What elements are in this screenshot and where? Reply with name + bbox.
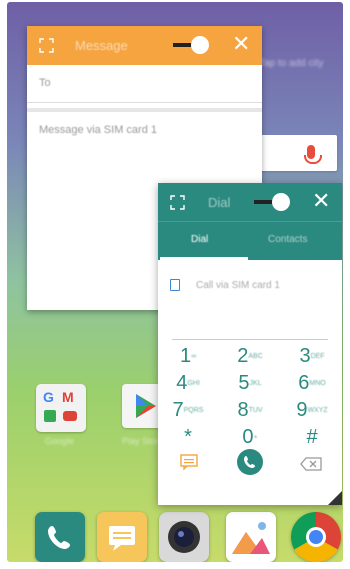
dial-popup-window[interactable]: Dial ✕ Dial Contacts Call via SIM card 1…	[158, 183, 342, 505]
key-digit: 0	[242, 426, 254, 448]
key-letters: TUV	[248, 406, 263, 414]
chrome-app-icon[interactable]	[291, 512, 341, 562]
key-letters: DEF	[310, 352, 325, 360]
key-letters: ∞	[191, 352, 197, 360]
keypad-key[interactable]: 3DEF	[292, 343, 332, 369]
dial-window-title: Dial	[208, 195, 231, 210]
dial-window-header[interactable]: Dial ✕	[158, 183, 342, 221]
home-screen: Tap to add city G M Google Play Store Me…	[7, 2, 343, 562]
key-digit: *	[184, 426, 192, 448]
transparency-toggle[interactable]	[254, 193, 290, 211]
mic-icon[interactable]	[304, 145, 322, 164]
key-digit: 5	[238, 372, 250, 394]
message-window-title: Message	[75, 38, 128, 53]
key-digit: 1	[179, 345, 192, 367]
key-letters: MNO	[309, 379, 326, 387]
key-digit: 2	[237, 345, 249, 367]
to-label: To	[39, 77, 51, 89]
keypad-key[interactable]: 8TUV	[230, 397, 270, 423]
active-tab-indicator	[160, 257, 248, 260]
tab-dial[interactable]: Dial	[191, 234, 208, 245]
dial-number-field[interactable]: Call via SIM card 1	[158, 264, 342, 304]
key-letters: WXYZ	[307, 406, 328, 414]
compose-placeholder: Message via SIM card 1	[39, 124, 157, 136]
camera-app-icon[interactable]	[159, 512, 209, 562]
keypad-key[interactable]: 0+	[230, 424, 270, 450]
keypad-key[interactable]: 2ABC	[230, 343, 270, 369]
close-icon[interactable]: ✕	[312, 190, 330, 212]
key-digit: 6	[298, 372, 310, 394]
backspace-icon[interactable]	[300, 457, 322, 471]
resize-handle[interactable]	[328, 491, 342, 505]
tab-contacts[interactable]: Contacts	[268, 234, 307, 245]
keypad-divider	[172, 339, 328, 340]
phone-app-icon[interactable]	[35, 512, 85, 562]
key-letters: PQRS	[183, 406, 204, 414]
key-digit: 9	[296, 399, 308, 421]
key-digit: 7	[172, 399, 184, 421]
close-icon[interactable]: ✕	[232, 33, 250, 55]
keypad-key[interactable]: 1∞	[168, 343, 208, 369]
keypad-key[interactable]: 7PQRS	[168, 397, 208, 423]
keypad-key[interactable]: 6MNO	[292, 370, 332, 396]
key-digit: #	[306, 426, 318, 448]
weather-widget-hint[interactable]: Tap to add city	[259, 58, 323, 69]
dial-tabs: Dial Contacts	[158, 221, 342, 260]
google-apps-folder[interactable]: G M	[36, 384, 86, 432]
recipient-field[interactable]: To	[27, 65, 262, 103]
call-button[interactable]	[237, 449, 263, 475]
keypad-key[interactable]: 4GHI	[168, 370, 208, 396]
key-digit: 3	[299, 345, 311, 367]
keypad-key[interactable]: *	[168, 424, 208, 450]
sim-hint: Call via SIM card 1	[196, 280, 280, 291]
message-window-header[interactable]: Message ✕	[27, 26, 262, 65]
youtube-icon	[63, 411, 77, 421]
messaging-app-icon[interactable]	[97, 512, 147, 562]
maps-icon	[44, 410, 56, 422]
message-icon[interactable]	[180, 454, 198, 470]
expand-icon[interactable]	[39, 38, 54, 53]
keypad-key[interactable]: 9WXYZ	[292, 397, 332, 423]
key-digit: 8	[237, 399, 249, 421]
google-folder-label: Google	[45, 436, 75, 446]
expand-icon[interactable]	[170, 195, 185, 210]
gallery-app-icon[interactable]	[226, 512, 276, 562]
sim-card-icon	[170, 279, 180, 291]
keypad-key[interactable]: #	[292, 424, 332, 450]
key-letters: +	[253, 433, 258, 441]
key-letters: JKL	[249, 379, 262, 387]
keypad-key[interactable]: 5JKL	[230, 370, 270, 396]
key-letters: GHI	[187, 379, 200, 387]
key-letters: ABC	[248, 352, 263, 360]
key-digit: 4	[176, 372, 188, 394]
transparency-toggle[interactable]	[173, 36, 209, 54]
